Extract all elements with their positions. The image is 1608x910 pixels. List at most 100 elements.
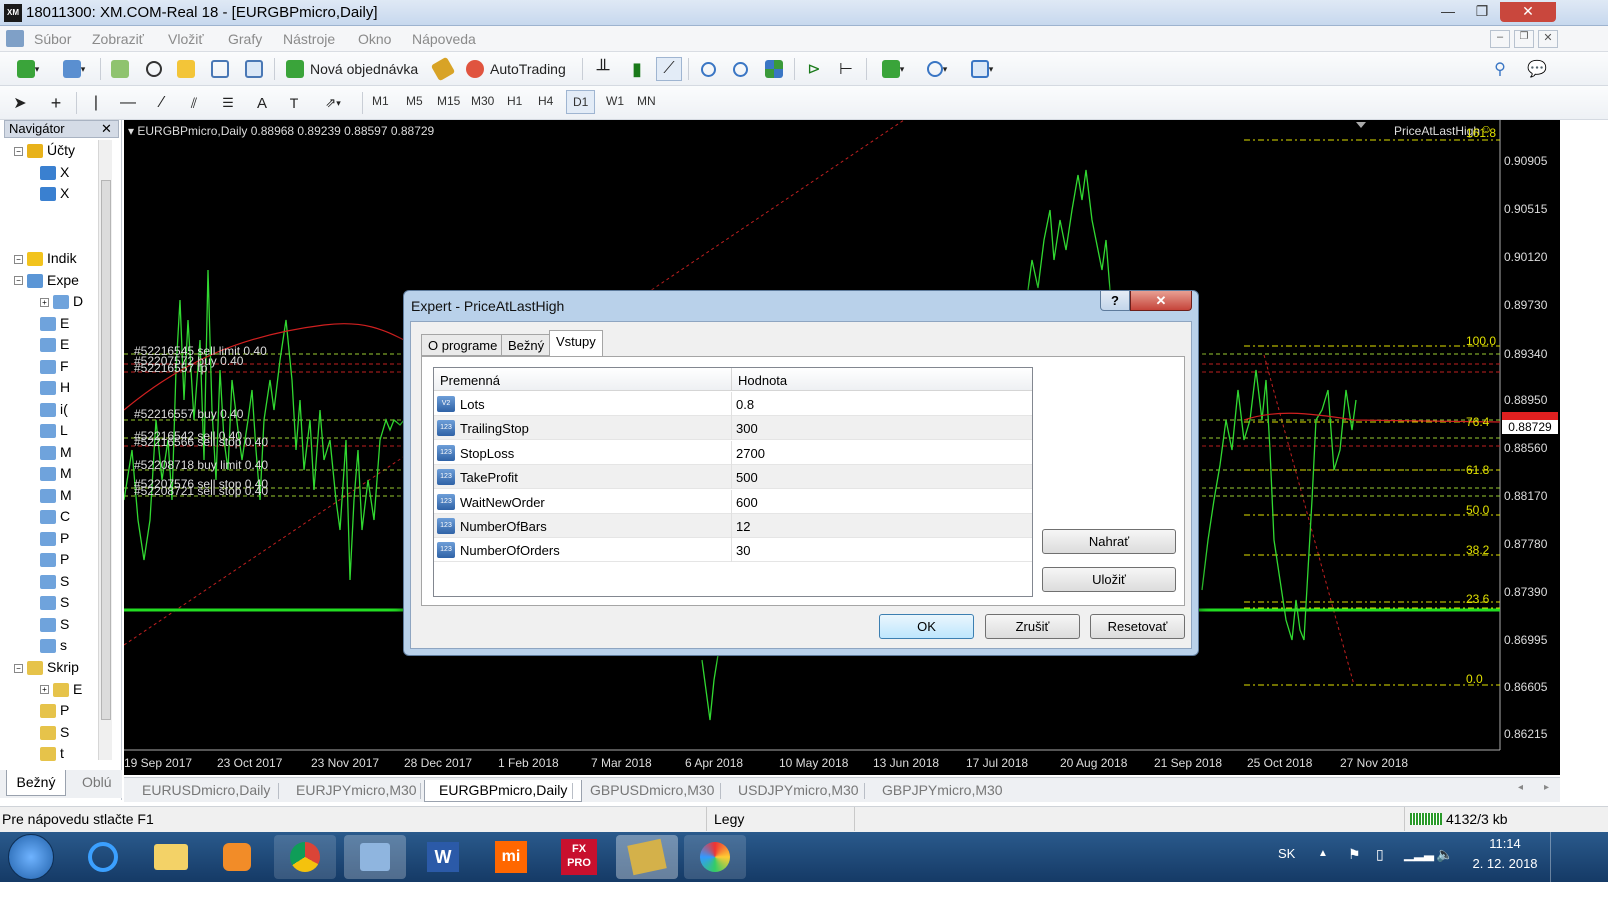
timeframe-d1[interactable]: D1 <box>566 90 596 114</box>
text-label-icon[interactable]: T <box>282 91 306 115</box>
network-signal-icon[interactable]: ▁▂▃ <box>1404 846 1434 862</box>
navigator-item[interactable]: P <box>40 551 69 568</box>
navigator-item[interactable]: M <box>40 444 72 460</box>
taskbar-explorer-icon[interactable] <box>140 835 202 879</box>
mdi-minimize-icon[interactable]: – <box>1490 30 1510 48</box>
cancel-button[interactable]: Zrušiť <box>985 614 1080 639</box>
taskbar-fxpro-icon[interactable]: FX PRO <box>548 835 610 879</box>
tab-inputs[interactable]: Vstupy <box>549 330 603 357</box>
reset-button[interactable]: Resetovať <box>1090 614 1185 639</box>
trendline-icon[interactable]: ⁄ <box>150 91 174 115</box>
timeframe-h4[interactable]: H4 <box>538 94 553 108</box>
tabs-scroll-right-icon[interactable]: ▸ <box>1544 782 1549 793</box>
menu-insert[interactable]: Vložiť <box>168 31 204 47</box>
show-desktop-button[interactable] <box>1550 832 1562 882</box>
navigator-item[interactable]: P <box>40 702 69 719</box>
zoom-out-icon[interactable] <box>728 57 752 81</box>
data-window-icon[interactable] <box>142 57 166 81</box>
navigator-item[interactable]: S <box>40 616 69 632</box>
indicators-button[interactable]: ▾ <box>874 57 912 81</box>
column-variable[interactable]: Premenná <box>440 373 500 388</box>
metaeditor-icon[interactable] <box>430 56 456 82</box>
save-button[interactable]: Uložiť <box>1042 567 1176 592</box>
terminal-icon[interactable] <box>208 57 232 81</box>
timeframe-m5[interactable]: M5 <box>406 94 423 108</box>
navigator-item[interactable]: L <box>40 422 68 439</box>
taskbar-ie-icon[interactable] <box>72 835 134 879</box>
navigator-item[interactable]: S <box>40 594 69 611</box>
navigator-item[interactable]: X <box>40 164 69 180</box>
navigator-item[interactable]: S <box>40 724 69 740</box>
variable-value[interactable]: 600 <box>736 495 758 510</box>
menu-view[interactable]: Zobraziť <box>92 31 144 47</box>
fibonacci-icon[interactable]: ☰ <box>216 91 240 115</box>
volume-muted-icon[interactable]: 🔈 <box>1436 846 1453 863</box>
timeframe-m15[interactable]: M15 <box>437 94 460 108</box>
timeframe-m1[interactable]: M1 <box>372 94 389 108</box>
navigator-scroll-thumb[interactable] <box>101 180 111 720</box>
navigator-item[interactable]: H <box>40 379 70 396</box>
tray-expand-icon[interactable]: ▲ <box>1318 848 1328 859</box>
variable-value[interactable]: 30 <box>736 543 750 558</box>
navigator-item[interactable]: E <box>40 336 69 353</box>
navigator-item[interactable]: t <box>40 745 64 762</box>
navigator-tab-common[interactable]: Bežný <box>6 770 66 796</box>
menu-file[interactable]: Súbor <box>34 31 71 47</box>
navigator-item[interactable]: S <box>40 573 69 589</box>
timeframe-m30[interactable]: M30 <box>471 94 494 108</box>
navigator-item[interactable]: M <box>40 465 72 482</box>
table-row[interactable]: 123 NumberOfOrders 30 <box>434 538 1032 563</box>
variable-value[interactable]: 0.8 <box>736 397 754 412</box>
load-button[interactable]: Nahrať <box>1042 529 1176 554</box>
navigator-item[interactable]: E <box>40 315 69 331</box>
navigator-item[interactable]: i( <box>40 401 68 417</box>
table-row[interactable]: 123 TrailingStop 300 <box>434 416 1032 441</box>
navigator-item[interactable]: P <box>40 530 69 546</box>
chart-tab[interactable]: EURJPYmicro,M30 <box>282 780 431 802</box>
timeframe-mn[interactable]: MN <box>637 94 656 108</box>
usb-icon[interactable]: ▯ <box>1376 846 1384 863</box>
table-row[interactable]: 123 StopLoss 2700 <box>434 440 1032 465</box>
table-row[interactable]: 123 WaitNewOrder 600 <box>434 489 1032 514</box>
dialog-help-button[interactable]: ? <box>1100 291 1130 311</box>
bar-chart-icon[interactable]: ╨ <box>590 57 616 81</box>
timeframe-w1[interactable]: W1 <box>606 94 624 108</box>
navigator-item[interactable]: C <box>40 508 70 525</box>
candlestick-icon[interactable]: ▮ <box>624 57 650 81</box>
taskbar-chrome-icon[interactable] <box>274 835 336 879</box>
arrows-button[interactable]: ⇗ ▾ <box>314 91 352 115</box>
mdi-close-icon[interactable]: ✕ <box>1538 30 1558 48</box>
taskbar-paint-icon[interactable] <box>684 835 746 879</box>
new-chart-button[interactable]: ▾ <box>8 57 48 81</box>
tab-common[interactable]: Bežný <box>501 334 552 356</box>
dialog-close-button[interactable]: ✕ <box>1130 291 1192 311</box>
ok-button[interactable]: OK <box>879 614 974 639</box>
navigator-item[interactable]: − Účty <box>14 142 75 159</box>
navigator-scrollbar[interactable] <box>98 140 112 760</box>
chart-tab[interactable]: EURUSDmicro,Daily <box>128 780 284 802</box>
navigator-icon[interactable] <box>174 57 198 81</box>
navigator-item[interactable]: s <box>40 637 67 654</box>
clock-time[interactable]: 11:14 <box>1468 836 1542 851</box>
language-indicator[interactable]: SK <box>1278 846 1295 861</box>
profiles-button[interactable]: ▾ <box>54 57 94 81</box>
navigator-tab-favorites[interactable]: Oblú <box>82 774 112 790</box>
menu-charts[interactable]: Grafy <box>228 31 262 47</box>
chart-shift-icon[interactable]: ⊢ <box>834 57 858 81</box>
navigator-item[interactable]: + E <box>40 681 82 697</box>
menu-tools[interactable]: Nástroje <box>283 31 335 47</box>
chart-tab[interactable]: GBPJPYmicro,M30 <box>868 780 1017 802</box>
channel-icon[interactable]: ⫽ <box>182 91 206 115</box>
cursor-icon[interactable]: ➤ <box>8 91 32 115</box>
market-watch-icon[interactable] <box>108 57 132 81</box>
navigator-item[interactable]: M <box>40 487 72 503</box>
restore-button[interactable]: ❐ <box>1468 2 1496 22</box>
navigator-item[interactable]: − Expe <box>14 272 79 288</box>
table-row[interactable]: 123 TakeProfit 500 <box>434 465 1032 490</box>
navigator-item[interactable]: − Indik <box>14 250 77 267</box>
crosshair-icon[interactable]: + <box>44 91 68 115</box>
mdi-restore-icon[interactable]: ❐ <box>1514 30 1534 48</box>
templates-button[interactable]: ▾ <box>962 57 1002 81</box>
table-row[interactable]: 123 NumberOfBars 12 <box>434 514 1032 538</box>
navigator-item[interactable]: F <box>40 358 69 374</box>
